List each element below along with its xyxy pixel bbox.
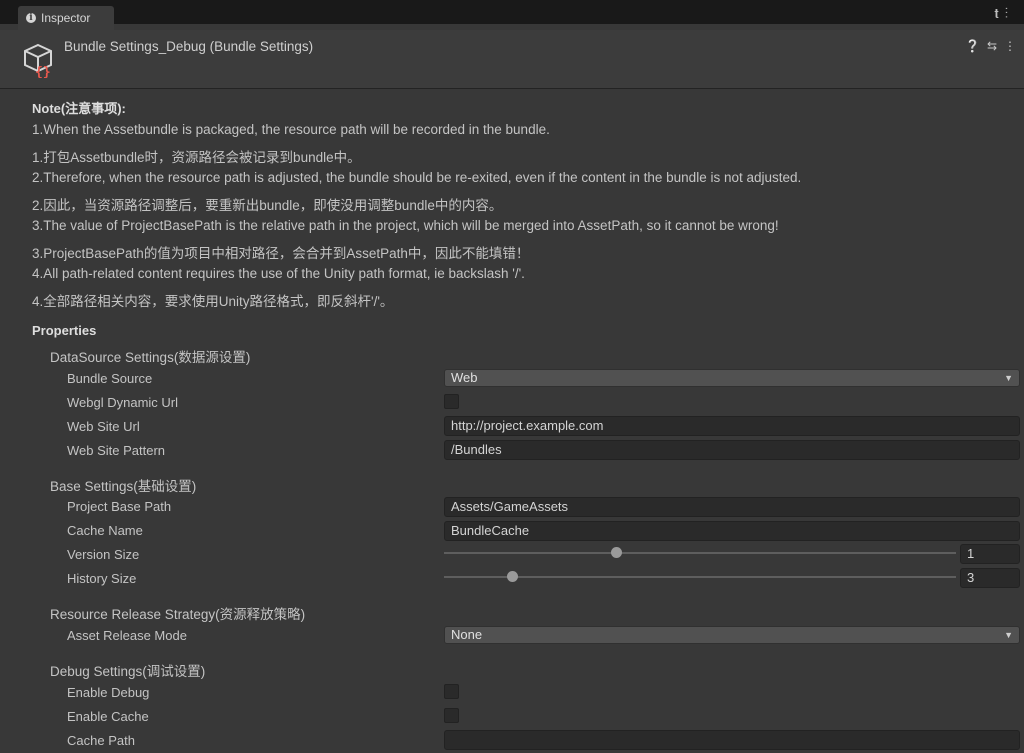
- version-size-field[interactable]: 1: [960, 544, 1020, 564]
- inspector-tab-label: Inspector: [41, 11, 91, 25]
- cache-name-label: Cache Name: [67, 523, 143, 538]
- webgl-dynamic-url-checkbox[interactable]: [444, 394, 459, 409]
- enable-cache-label: Enable Cache: [67, 709, 149, 724]
- web-site-pattern-label: Web Site Pattern: [67, 443, 166, 458]
- webgl-dynamic-url-label: Webgl Dynamic Url: [67, 395, 179, 410]
- header-icons: ❔ ⇆ ⋮: [965, 39, 1016, 53]
- debug-settings-header: Debug Settings(调试设置): [50, 664, 206, 679]
- web-site-url-label: Web Site Url: [67, 419, 140, 434]
- inspector-tab-bar: i Inspector 𝐭⋮: [0, 0, 1024, 30]
- enable-debug-checkbox[interactable]: [444, 684, 459, 699]
- bundle-source-dropdown[interactable]: Web ▼: [444, 369, 1020, 387]
- resource-release-strategy-header: Resource Release Strategy(资源释放策略): [50, 607, 306, 622]
- version-size-slider[interactable]: [444, 552, 956, 554]
- note-line: 1.When the Assetbundle is packaged, the …: [32, 122, 550, 137]
- asset-release-mode-value: None: [451, 627, 483, 642]
- cache-name-field[interactable]: BundleCache: [444, 521, 1020, 541]
- note-line: 4.All path-related content requires the …: [32, 266, 525, 281]
- history-size-label: History Size: [67, 571, 137, 586]
- web-site-pattern-field[interactable]: /Bundles: [444, 440, 1020, 460]
- history-size-slider-thumb[interactable]: [507, 571, 518, 582]
- asset-title: Bundle Settings_Debug (Bundle Settings): [64, 39, 314, 54]
- version-size-label: Version Size: [67, 547, 140, 562]
- asset-release-mode-label: Asset Release Mode: [67, 628, 187, 643]
- scriptable-object-icon: {}: [24, 43, 52, 78]
- inspector-tab[interactable]: i Inspector: [18, 6, 114, 30]
- help-icon[interactable]: ❔: [965, 39, 980, 53]
- note-title: Note(注意事项):: [32, 101, 126, 116]
- note-line: 4.全部路径相关内容，要求使用Unity路径格式，即反斜杆'/'。: [32, 294, 394, 309]
- more-icon[interactable]: ⋮: [1005, 6, 1014, 21]
- note-line: 2.因此，当资源路径调整后，要重新出bundle，即使没用调整bundle中的内…: [32, 198, 503, 213]
- base-settings-header: Base Settings(基础设置): [50, 479, 197, 494]
- chevron-down-icon: ▼: [1004, 373, 1013, 383]
- note-line: 3.ProjectBasePath的值为项目中相对路径，会合并到AssetPat…: [32, 246, 530, 261]
- bundle-source-label: Bundle Source: [67, 371, 153, 386]
- history-size-slider[interactable]: [444, 576, 956, 578]
- history-size-field[interactable]: 3: [960, 568, 1020, 588]
- note-line: 3.The value of ProjectBasePath is the re…: [32, 218, 779, 233]
- inspector-header: {} Bundle Settings_Debug (Bundle Setting…: [0, 30, 1024, 89]
- asset-release-mode-dropdown[interactable]: None ▼: [444, 626, 1020, 644]
- datasource-settings-header: DataSource Settings(数据源设置): [50, 350, 251, 365]
- svg-text:{}: {}: [35, 65, 51, 78]
- web-site-url-field[interactable]: http://project.example.com: [444, 416, 1020, 436]
- info-icon: i: [26, 13, 36, 23]
- context-menu-icon[interactable]: ⋮: [1004, 39, 1016, 53]
- enable-debug-label: Enable Debug: [67, 685, 150, 700]
- tab-options: 𝐭⋮: [994, 6, 1014, 22]
- bundle-source-value: Web: [451, 370, 478, 385]
- cache-path-label: Cache Path: [67, 733, 135, 748]
- enable-cache-checkbox[interactable]: [444, 708, 459, 723]
- preset-icon[interactable]: ⇆: [987, 39, 997, 53]
- properties-title: Properties: [32, 323, 97, 338]
- note-line: 1.打包Assetbundle时，资源路径会被记录到bundle中。: [32, 150, 361, 165]
- project-base-path-label: Project Base Path: [67, 499, 172, 514]
- note-line: 2.Therefore, when the resource path is a…: [32, 170, 802, 185]
- version-size-slider-thumb[interactable]: [611, 547, 622, 558]
- chevron-down-icon: ▼: [1004, 630, 1013, 640]
- lock-icon[interactable]: 𝐭: [994, 6, 1004, 21]
- project-base-path-field[interactable]: Assets/GameAssets: [444, 497, 1020, 517]
- cache-path-field[interactable]: [444, 730, 1020, 750]
